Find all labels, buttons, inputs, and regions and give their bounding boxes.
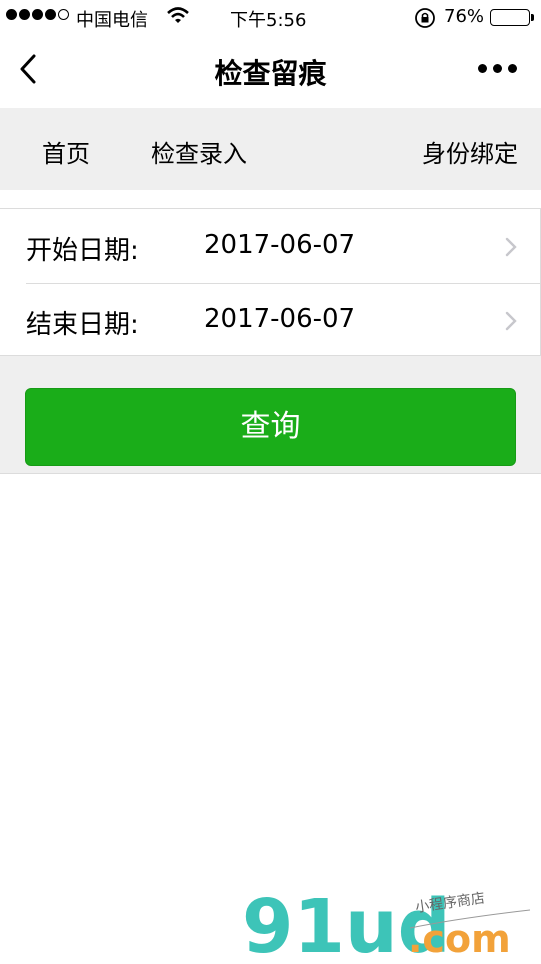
battery-icon xyxy=(490,9,534,26)
chevron-right-icon xyxy=(504,309,518,331)
end-date-row[interactable]: 结束日期: 2017-06-07 xyxy=(0,283,541,357)
wifi-icon xyxy=(166,6,190,31)
tab-bar: 首页 检查录入 身份绑定 xyxy=(0,108,541,190)
watermark-suffix: .com xyxy=(408,917,511,960)
query-area: 查询 xyxy=(0,356,541,474)
status-time: 下午5:56 xyxy=(230,10,307,31)
status-bar: 中国电信 下午5:56 76% xyxy=(0,0,541,34)
more-options-icon[interactable] xyxy=(478,64,517,73)
start-date-row[interactable]: 开始日期: 2017-06-07 xyxy=(0,209,541,284)
chevron-right-icon xyxy=(504,235,518,257)
end-date-value[interactable]: 2017-06-07 xyxy=(204,304,355,334)
query-button[interactable]: 查询 xyxy=(25,388,516,466)
tab-identity-binding[interactable]: 身份绑定 xyxy=(422,134,518,169)
tab-inspection-entry[interactable]: 检查录入 xyxy=(151,134,247,169)
page-title: 检查留痕 xyxy=(214,57,327,90)
start-date-value[interactable]: 2017-06-07 xyxy=(204,230,355,260)
carrier-name: 中国电信 xyxy=(76,10,148,31)
rotation-lock-icon xyxy=(414,7,436,34)
tab-home[interactable]: 首页 xyxy=(42,134,90,169)
signal-strength-icon xyxy=(6,9,69,20)
date-form: 开始日期: 2017-06-07 结束日期: 2017-06-07 xyxy=(0,208,541,356)
end-date-label: 结束日期: xyxy=(26,310,139,340)
watermark-logo: 91ud .com 小程序商店 xyxy=(240,880,540,964)
navigation-bar: 检查留痕 xyxy=(0,34,541,108)
battery-percent: 76% xyxy=(444,6,485,27)
start-date-label: 开始日期: xyxy=(26,236,139,266)
